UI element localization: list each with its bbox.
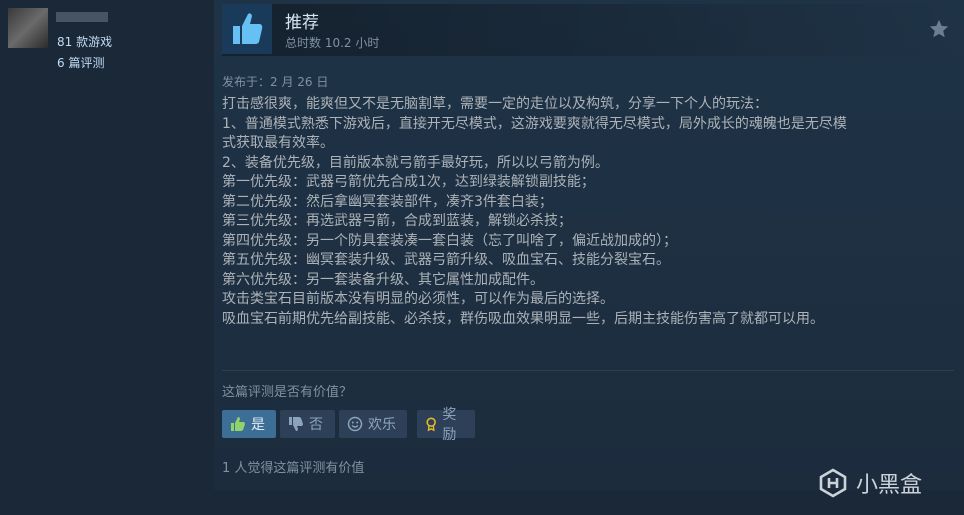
award-button[interactable]: 奖励 xyxy=(417,407,475,443)
vote-funny-button[interactable]: 欢乐 xyxy=(339,410,407,438)
reviews-count-link[interactable]: 6 篇评测 xyxy=(57,54,104,71)
award-icon xyxy=(426,417,436,432)
reviewer-name-redacted xyxy=(56,12,108,22)
vote-funny-label: 欢乐 xyxy=(368,417,396,433)
review-line: 式获取最有效率。 xyxy=(222,135,334,151)
award-label: 奖励 xyxy=(442,407,457,443)
posted-date: 发布于：2 月 26 日 xyxy=(222,75,329,89)
games-count-link[interactable]: 81 款游戏 xyxy=(57,33,112,50)
review-line: 第三优先级：再选武器弓箭，合成到蓝装，解锁必杀技； xyxy=(222,213,572,229)
xiaoheihe-logo-icon xyxy=(819,468,847,498)
playtime-hours: 总时数 10.2 小时 xyxy=(285,36,380,50)
vote-yes-button[interactable]: 是 xyxy=(222,410,276,438)
review-line: 吸血宝石前期优先给副技能、必杀技，群伤吸血效果明显一些，后期主技能伤害高了就都可… xyxy=(222,310,824,327)
helpful-question: 这篇评测是否有价值？ xyxy=(222,385,353,400)
review-line: 第四优先级：另一个防具套装凑一套白装（忘了叫啥了，偏近战加成的）； xyxy=(222,232,677,249)
thumbs-down-icon xyxy=(289,417,303,431)
found-helpful-count: 1 人觉得这篇评测有价值 xyxy=(222,461,365,476)
review-line: 第二优先级：然后拿幽冥套装部件，凑齐3件套白装； xyxy=(222,193,553,210)
vote-no-label: 否 xyxy=(309,417,323,433)
thumbs-up-icon xyxy=(222,4,272,54)
review-line: 2、装备优先级，目前版本就弓箭手最好玩，所以以弓箭为例。 xyxy=(222,154,609,171)
thumbs-up-icon xyxy=(231,417,245,431)
smiley-icon xyxy=(347,416,363,432)
vote-no-button[interactable]: 否 xyxy=(280,410,335,438)
review-line: 攻击类宝石目前版本没有明显的必须性，可以作为最后的选择。 xyxy=(222,291,614,307)
divider xyxy=(222,370,954,371)
recommendation-title: 推荐 xyxy=(285,13,319,33)
review-line: 第六优先级：另一套装备升级、其它属性加成配件。 xyxy=(222,271,544,288)
reviewer-avatar[interactable] xyxy=(8,8,48,48)
review-body: 打击感很爽，能爽但又不是无脑割草，需要一定的走位以及构筑，分享一下个人的玩法： … xyxy=(222,95,952,329)
reviewer-panel: 81 款游戏 6 篇评测 xyxy=(0,0,210,515)
review-line: 第五优先级：幽冥套装升级、武器弓箭升级、吸血宝石、技能分裂宝石。 xyxy=(222,252,670,268)
vote-yes-label: 是 xyxy=(251,417,265,433)
xiaoheihe-watermark: 小黑盒 xyxy=(818,467,922,499)
review-line: 打击感很爽，能爽但又不是无脑割草，需要一定的走位以及构筑，分享一下个人的玩法： xyxy=(222,96,768,112)
review-line: 1、普通模式熟悉下游戏后，直接开无尽模式，这游戏要爽就得无尽模式，局外成长的魂魄… xyxy=(222,115,847,132)
star-icon[interactable] xyxy=(928,18,950,40)
watermark-text: 小黑盒 xyxy=(856,473,923,498)
review-line: 第一优先级：武器弓箭优先合成1次，达到绿装解锁副技能； xyxy=(222,174,595,190)
